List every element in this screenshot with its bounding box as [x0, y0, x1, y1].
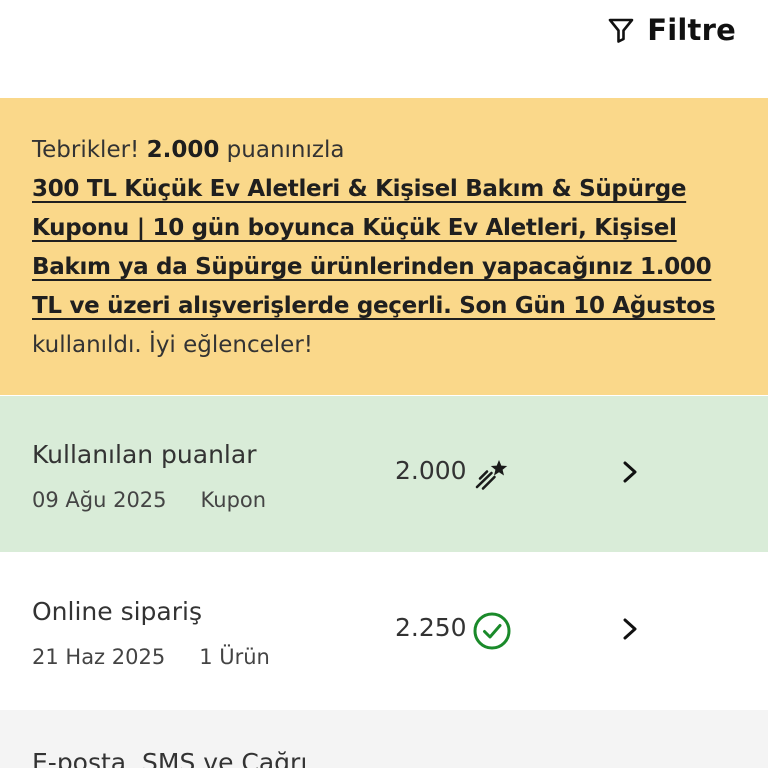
coupon-link[interactable]: 300 TL Küçük Ev Aletleri & Kişisel Bakım… [32, 176, 715, 319]
transaction-points: 2.250 [395, 613, 467, 642]
transaction-meta: 09 Ağu 2025 Kupon [32, 488, 266, 512]
transaction-title: E-posta, SMS ve Çağrı [32, 748, 308, 768]
transaction-detail: 1 Ürün [199, 645, 270, 669]
header: Filtre [0, 0, 768, 98]
check-circle-icon [473, 612, 511, 650]
filter-label: Filtre [647, 13, 736, 47]
shooting-star-icon [475, 460, 508, 490]
congratulations-banner: Tebrikler! 2.000 puanınızla 300 TL Küçük… [0, 98, 768, 395]
banner-suffix: kullanıldı. İyi eğlenceler! [32, 332, 314, 358]
transaction-row-online-order[interactable]: Online sipariş 21 Haz 2025 1 Ürün 2.250 [0, 553, 768, 709]
chevron-right-icon[interactable] [618, 615, 642, 643]
transaction-title: Kullanılan puanlar [32, 440, 257, 469]
banner-intro: Tebrikler! 2.000 puanınızla [32, 131, 736, 170]
points-history-page: Filtre Tebrikler! 2.000 puanınızla 300 T… [0, 0, 768, 768]
transaction-title: Online sipariş [32, 597, 202, 626]
transaction-points: 2.000 [395, 456, 467, 485]
chevron-right-icon[interactable] [618, 458, 642, 486]
banner-prefix: Tebrikler! [32, 137, 147, 163]
transaction-detail: Kupon [200, 488, 267, 512]
funnel-icon [608, 18, 634, 43]
transaction-date: 09 Ağu 2025 [32, 488, 167, 512]
banner-points: 2.000 [146, 137, 220, 163]
transaction-date: 21 Haz 2025 [32, 645, 166, 669]
filter-button[interactable]: Filtre [607, 10, 736, 50]
transaction-row-email-sms[interactable]: E-posta, SMS ve Çağrı [0, 710, 768, 768]
transaction-row-used-points[interactable]: Kullanılan puanlar 09 Ağu 2025 Kupon 2.0… [0, 396, 768, 552]
banner-points-suffix: puanınızla [219, 137, 345, 163]
transaction-meta: 21 Haz 2025 1 Ürün [32, 645, 270, 669]
